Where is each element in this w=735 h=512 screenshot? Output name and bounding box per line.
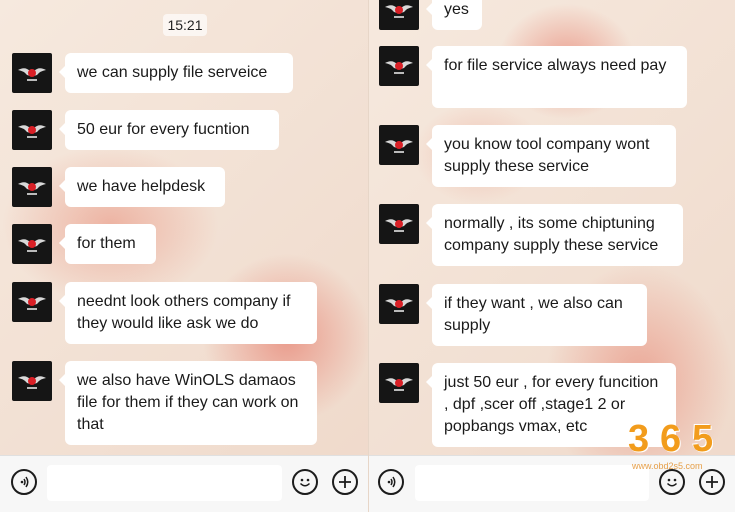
contact-avatar[interactable] [12,110,52,150]
contact-avatar[interactable] [12,53,52,93]
message-text: we have helpdesk [77,178,206,195]
message-text: for file service always need pay [444,57,667,74]
contact-avatar[interactable] [379,0,419,30]
winged-logo-icon [385,299,413,312]
message-bubble[interactable]: if they want , we also can supply [426,284,647,346]
emoji-icon [299,478,311,487]
emoji-icon [666,478,678,487]
timestamp: 15:21 [163,14,207,36]
contact-avatar[interactable] [12,282,52,322]
contact-avatar[interactable] [379,363,419,403]
contact-avatar[interactable] [12,167,52,207]
message-bubble[interactable]: we can supply file serveice [59,53,293,93]
winged-logo-icon [18,68,46,81]
emoji-button[interactable] [659,469,685,495]
message-text: yes [444,1,469,18]
watermark-digit: 5 [692,418,714,460]
watermark-logo: 3 6 5 www.obd2s5.com [624,418,732,471]
plus-icon [706,476,718,488]
winged-logo-icon [385,219,413,232]
contact-avatar[interactable] [379,125,419,165]
message-bubble[interactable]: neednt look others company if they would… [59,282,317,344]
winged-logo-icon [18,376,46,389]
winged-logo-icon [385,5,413,18]
voice-button[interactable] [378,469,404,495]
chat-panel-left: 15:21 we can supply file serveice 50 eur… [0,0,368,512]
voice-icon [20,476,29,488]
winged-logo-icon [18,239,46,252]
winged-logo-icon [18,125,46,138]
message-bubble[interactable]: we also have WinOLS damaos file for them… [59,361,317,445]
message-bubble[interactable]: yes [426,0,482,30]
add-button[interactable] [332,469,358,495]
message-text: we also have WinOLS damaos file for them… [77,372,299,433]
winged-logo-icon [385,378,413,391]
input-bar [0,455,368,512]
message-text: neednt look others company if they would… [77,293,291,332]
winged-logo-icon [385,140,413,153]
message-bubble[interactable]: we have helpdesk [59,167,225,207]
plus-icon [339,476,351,488]
message-bubble[interactable]: you know tool company wont supply these … [426,125,676,187]
message-bubble[interactable]: 50 eur for every fucntion [59,110,279,150]
contact-avatar[interactable] [379,46,419,86]
contact-avatar[interactable] [379,204,419,244]
message-input[interactable] [415,465,649,501]
message-input[interactable] [47,465,282,501]
message-text: for them [77,235,136,252]
message-text: 50 eur for every fucntion [77,121,250,138]
watermark-digit: 3 [628,418,650,460]
contact-avatar[interactable] [12,361,52,401]
message-text: normally , its some chiptuning company s… [444,215,659,254]
message-bubble[interactable]: for them [59,224,156,264]
watermark-digit: 6 [660,418,682,460]
watermark-url: www.obd2s5.com [632,461,703,471]
message-text: you know tool company wont supply these … [444,136,650,175]
contact-avatar[interactable] [379,284,419,324]
voice-icon [387,476,396,488]
winged-logo-icon [18,182,46,195]
emoji-button[interactable] [292,469,318,495]
voice-button[interactable] [11,469,37,495]
message-bubble[interactable]: normally , its some chiptuning company s… [426,204,683,266]
winged-logo-icon [385,61,413,74]
message-text: we can supply file serveice [77,64,268,81]
contact-avatar[interactable] [12,224,52,264]
message-bubble[interactable]: for file service always need pay [426,46,687,108]
add-button[interactable] [699,469,725,495]
winged-logo-icon [18,297,46,310]
message-text: if they want , we also can supply [444,295,623,334]
